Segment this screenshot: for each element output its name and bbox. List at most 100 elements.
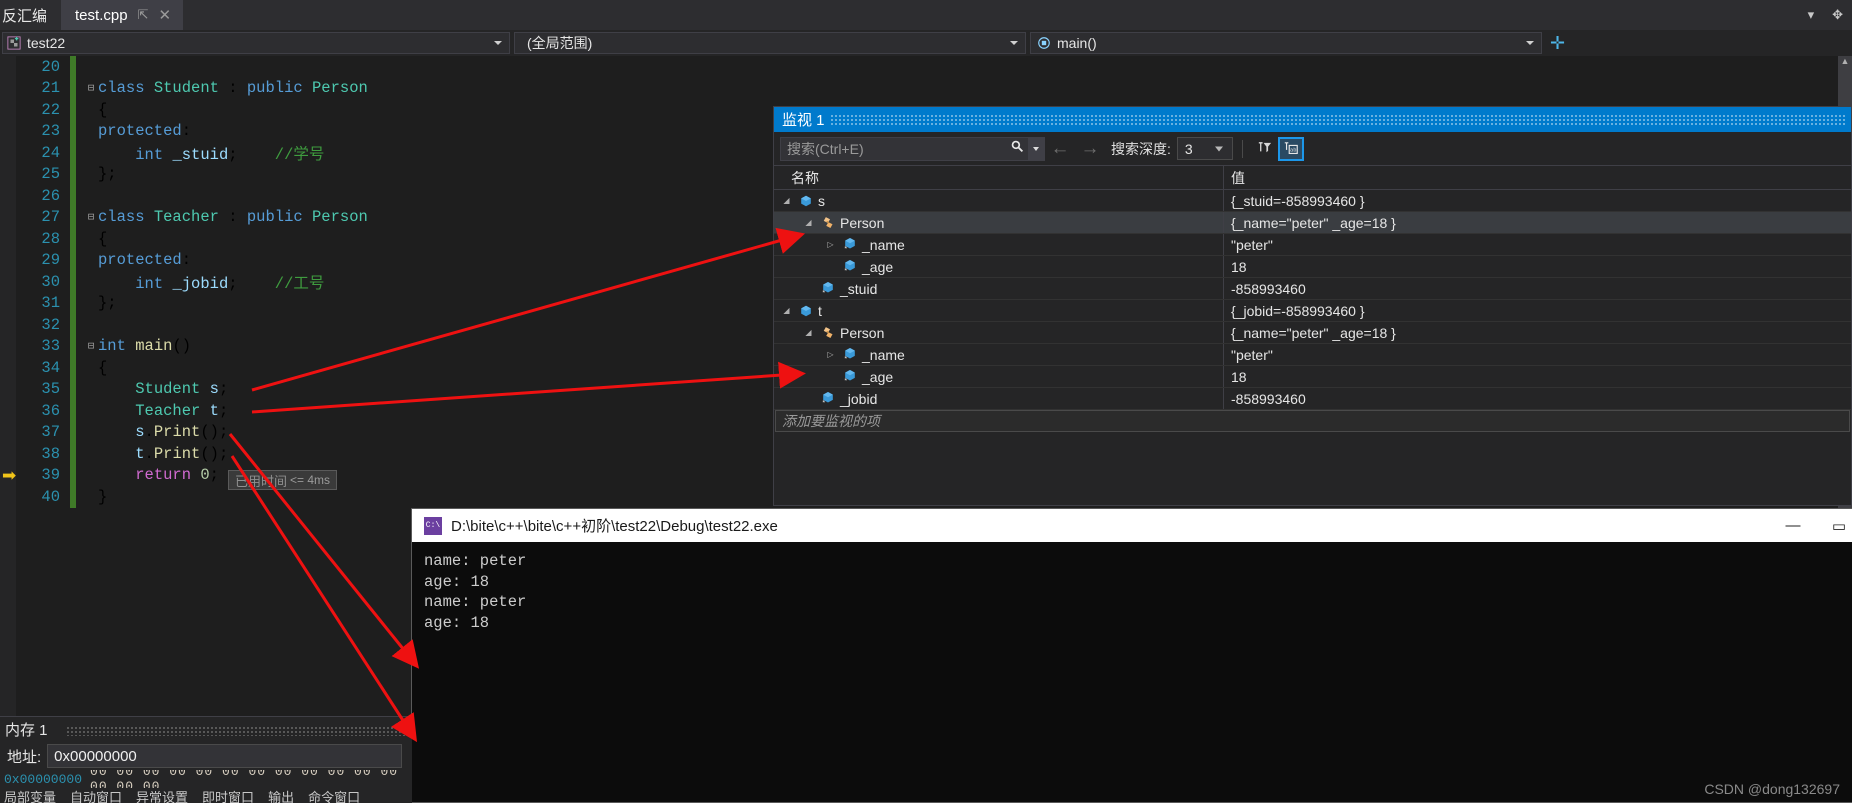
- code-text: class Student : public Person: [98, 79, 368, 98]
- watch-row-value[interactable]: -858993460: [1224, 388, 1851, 409]
- watch-row-name: _name: [862, 236, 905, 253]
- project-selector[interactable]: test22: [2, 32, 510, 54]
- bottom-tab[interactable]: 命令窗口: [308, 788, 360, 803]
- watch-row-name-cell[interactable]: _age: [774, 256, 1224, 277]
- fold-collapse-icon[interactable]: ⊟: [84, 339, 98, 353]
- column-header-value[interactable]: 值: [1224, 166, 1851, 189]
- watch-row-name-cell[interactable]: _age: [774, 366, 1224, 387]
- change-indicator: [70, 443, 76, 465]
- watch-row[interactable]: _age 18: [774, 366, 1851, 388]
- watch-row-value[interactable]: "peter": [1224, 234, 1851, 255]
- watch-window-title-bar[interactable]: 监视 1: [774, 107, 1851, 132]
- search-next-button[interactable]: →: [1075, 138, 1105, 160]
- tab-disassembly[interactable]: 反汇编: [0, 0, 62, 30]
- watch-row-value[interactable]: -858993460: [1224, 278, 1851, 299]
- bottom-tab[interactable]: 输出: [268, 788, 294, 803]
- watch-row[interactable]: ▷ _name "peter": [774, 344, 1851, 366]
- expander-expanded-icon[interactable]: ◢: [780, 306, 793, 315]
- watch-row-name-cell[interactable]: _jobid: [774, 388, 1224, 409]
- fold-collapse-icon[interactable]: ⊟: [84, 81, 98, 95]
- watch-row-value[interactable]: 18: [1224, 256, 1851, 277]
- function-selector[interactable]: main(): [1030, 32, 1542, 54]
- search-input[interactable]: 搜索(Ctrl+E): [780, 136, 1045, 161]
- bottom-tab[interactable]: 局部变量: [4, 788, 56, 803]
- field-icon: [819, 281, 836, 296]
- maximize-icon[interactable]: ▭: [1816, 509, 1852, 542]
- watch-row-value[interactable]: "peter": [1224, 344, 1851, 365]
- watch-row[interactable]: _stuid -858993460: [774, 278, 1851, 300]
- watch-row-name-cell[interactable]: ▷ _name: [774, 234, 1224, 255]
- search-prev-button[interactable]: ←: [1045, 138, 1075, 160]
- bottom-tab[interactable]: 异常设置: [136, 788, 188, 803]
- change-indicator: [70, 206, 76, 228]
- close-icon[interactable]: ✕: [158, 6, 171, 24]
- expander-expanded-icon[interactable]: ◢: [780, 196, 793, 205]
- change-indicator: [70, 464, 76, 486]
- watch-row[interactable]: ◢ s {_stuid=-858993460 }: [774, 190, 1851, 212]
- search-options-dropdown[interactable]: [1028, 136, 1044, 161]
- memory-row-bytes: 00 00 00 00 00 00 00 00 00 00 00 00 00 0…: [90, 770, 399, 788]
- hexadecimal-display-icon[interactable]: ab: [1277, 136, 1304, 161]
- change-indicator: [70, 185, 76, 207]
- elapsed-time-label: 已用时间: [235, 473, 288, 489]
- watch-row-name-cell[interactable]: ◢ s: [774, 190, 1224, 211]
- expander-collapsed-icon[interactable]: ▷: [824, 350, 837, 359]
- line-number: 36: [41, 401, 60, 420]
- watch-row-value[interactable]: 18: [1224, 366, 1851, 387]
- watch-row[interactable]: ◢ Person {_name="peter" _age=18 }: [774, 322, 1851, 344]
- line-number: 25: [41, 165, 60, 184]
- code-line[interactable]: 21 ⊟ class Student : public Person: [16, 77, 1852, 99]
- chevron-down-icon[interactable]: ▾: [1799, 0, 1824, 30]
- watch-row-name-cell[interactable]: ◢ t: [774, 300, 1224, 321]
- watch-row[interactable]: _jobid -858993460: [774, 388, 1851, 410]
- watch-row-name-cell[interactable]: ◢ Person: [774, 322, 1224, 343]
- watch-row-value[interactable]: {_name="peter" _age=18 }: [1224, 322, 1851, 343]
- watch-row[interactable]: ◢ Person {_name="peter" _age=18 }: [774, 212, 1851, 234]
- add-watch-item-input[interactable]: 添加要监视的项: [775, 410, 1850, 432]
- minimize-icon[interactable]: —: [1770, 509, 1816, 542]
- console-title-bar[interactable]: C:\ D:\bite\c++\bite\c++初阶\test22\Debug\…: [412, 509, 1852, 542]
- watch-row-value[interactable]: {_stuid=-858993460 }: [1224, 190, 1851, 211]
- funnel-icon[interactable]: [1252, 137, 1278, 161]
- gear-icon[interactable]: ✥: [1823, 0, 1852, 30]
- watch-row-name: Person: [840, 214, 885, 231]
- code-line[interactable]: 20: [16, 56, 1852, 78]
- change-indicator: [70, 421, 76, 443]
- memory-window-title-bar[interactable]: 内存 1: [0, 717, 412, 742]
- change-indicator: [70, 56, 76, 78]
- watch-row-value[interactable]: {_name="peter" _age=18 }: [1224, 212, 1851, 233]
- watch-row[interactable]: ▷ _name "peter": [774, 234, 1851, 256]
- console-output: name: peter age: 18 name: peter age: 18: [412, 542, 1852, 633]
- watch-row[interactable]: _age 18: [774, 256, 1851, 278]
- change-indicator: [70, 400, 76, 422]
- bottom-tab[interactable]: 自动窗口: [70, 788, 122, 803]
- watch-row[interactable]: ◢ t {_jobid=-858993460 }: [774, 300, 1851, 322]
- tab-test-cpp[interactable]: test.cpp ⇱ ✕: [61, 0, 184, 30]
- toolbar-separator: [1241, 139, 1243, 158]
- add-icon[interactable]: ✛: [1550, 33, 1565, 54]
- column-header-name[interactable]: 名称: [774, 166, 1224, 189]
- watch-row-name-cell[interactable]: ◢ Person: [774, 212, 1224, 233]
- function-selector-label: main(): [1057, 35, 1097, 51]
- pin-icon[interactable]: ⇱: [138, 7, 149, 23]
- scroll-up-icon[interactable]: ▲: [1838, 56, 1852, 66]
- watch-row-value[interactable]: {_jobid=-858993460 }: [1224, 300, 1851, 321]
- watch-row-name-cell[interactable]: _stuid: [774, 278, 1224, 299]
- fold-collapse-icon[interactable]: ⊟: [84, 210, 98, 224]
- project-selector-label: test22: [27, 35, 66, 51]
- field-icon: [841, 259, 858, 274]
- bottom-tab[interactable]: 即时窗口: [202, 788, 254, 803]
- expander-expanded-icon[interactable]: ◢: [802, 328, 815, 337]
- line-number: 34: [41, 358, 60, 377]
- search-icon[interactable]: [1006, 139, 1028, 158]
- memory-address-input[interactable]: 0x00000000: [47, 744, 403, 768]
- expander-expanded-icon[interactable]: ◢: [802, 218, 815, 227]
- search-depth-selector[interactable]: 3: [1176, 137, 1233, 160]
- console-title-text: D:\bite\c++\bite\c++初阶\test22\Debug\test…: [451, 518, 778, 535]
- watch-row-name-cell[interactable]: ▷ _name: [774, 344, 1224, 365]
- watch-row-name: s: [818, 192, 825, 209]
- watch-rows-container: ◢ s {_stuid=-858993460 } ◢ Person {_name="pet…: [774, 190, 1851, 410]
- expander-collapsed-icon[interactable]: ▷: [824, 240, 837, 249]
- scope-selector[interactable]: (全局范围): [514, 32, 1026, 54]
- change-indicator: [70, 228, 76, 250]
